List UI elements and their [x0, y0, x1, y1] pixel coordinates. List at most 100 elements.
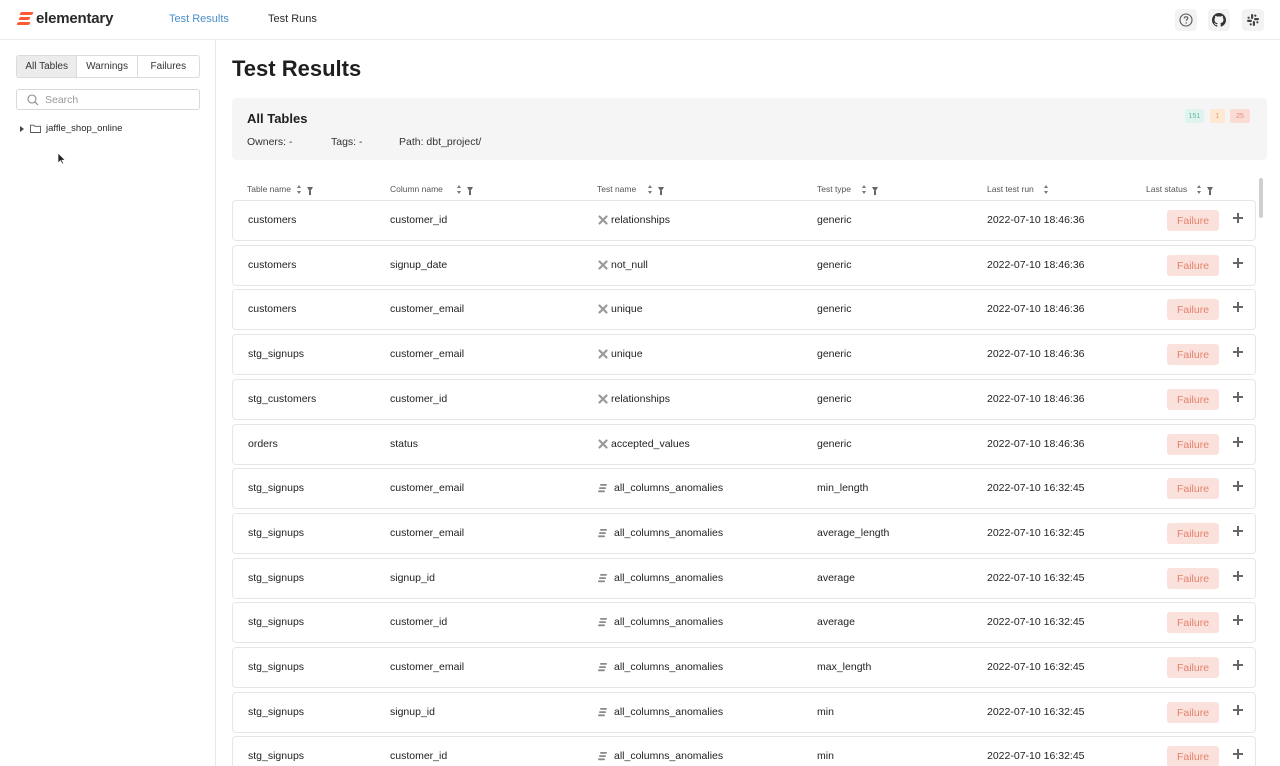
filter-icon[interactable] [872, 186, 879, 195]
test-type-cell: average_length [817, 527, 890, 539]
table-row[interactable]: stg_signups customer_email unique generic 20… [232, 334, 1256, 375]
table-row[interactable]: stg_signups customer_email all_columns_ano… [232, 468, 1256, 509]
test-type-cell: average [817, 616, 855, 628]
sort-icon[interactable] [1197, 184, 1202, 194]
failure-count-badge: 25 [1230, 109, 1250, 123]
sort-icon[interactable] [862, 184, 867, 194]
expand-row-plus-icon[interactable] [1233, 437, 1243, 447]
expand-row-plus-icon[interactable] [1233, 615, 1243, 625]
expand-row-plus-icon[interactable] [1233, 571, 1243, 581]
elementary-test-icon [598, 618, 607, 627]
search-box [16, 89, 200, 110]
tab-all-tables[interactable]: All Tables [17, 56, 78, 77]
expand-row-plus-icon[interactable] [1233, 347, 1243, 357]
filter-icon[interactable] [658, 186, 665, 195]
expand-row-plus-icon[interactable] [1233, 213, 1243, 223]
help-icon[interactable] [1175, 9, 1197, 31]
column-header-test-type[interactable]: Test type [817, 184, 879, 195]
table-filter-tabs: All Tables Warnings Failures [16, 55, 200, 78]
table-row[interactable]: stg_signups customer_email all_columns_ano… [232, 513, 1256, 554]
test-name-cell: unique [611, 303, 643, 315]
filter-icon[interactable] [306, 186, 313, 195]
tree-item-label: jaffle_shop_online [46, 123, 123, 134]
scrollbar-thumb[interactable] [1259, 178, 1263, 218]
status-badge: Failure [1167, 389, 1219, 410]
table-row[interactable]: stg_signups customer_email all_columns_ano… [232, 647, 1256, 688]
dbt-test-icon [598, 439, 608, 449]
tags-label: Tags: - [331, 136, 363, 148]
column-name-cell: signup_date [390, 259, 448, 271]
table-row[interactable]: stg_customers customer_id relationships gen… [232, 379, 1256, 420]
column-header-last-status[interactable]: Last status [1146, 184, 1214, 195]
search-input[interactable] [45, 93, 185, 106]
status-badge: Failure [1167, 702, 1219, 723]
column-name-cell: customer_email [390, 482, 465, 494]
column-name-cell: customer_email [390, 527, 465, 539]
test-name-cell: all_columns_anomalies [614, 482, 724, 494]
expand-row-plus-icon[interactable] [1233, 526, 1243, 536]
sort-icon[interactable] [296, 184, 302, 194]
sort-icon[interactable] [648, 184, 653, 194]
table-name-cell: stg_signups [248, 661, 305, 673]
elementary-test-icon [598, 484, 607, 493]
summary-title: All Tables [247, 111, 308, 126]
column-header-column-name[interactable]: Column name [390, 184, 473, 195]
test-name-cell: all_columns_anomalies [614, 616, 724, 628]
tab-warnings[interactable]: Warnings [77, 56, 138, 77]
table-name-cell: stg_signups [248, 706, 305, 718]
expand-row-plus-icon[interactable] [1233, 749, 1243, 759]
expand-row-plus-icon[interactable] [1233, 660, 1243, 670]
sidebar: All Tables Warnings Failures jaffle_shop… [0, 40, 216, 766]
sort-icon[interactable] [456, 184, 462, 194]
table-name-cell: stg_signups [248, 527, 305, 539]
expand-caret-icon[interactable] [20, 125, 24, 132]
expand-row-plus-icon[interactable] [1233, 302, 1243, 312]
sort-icon[interactable] [1043, 184, 1049, 194]
status-badge: Failure [1167, 478, 1219, 499]
last-run-cell: 2022-07-10 18:46:36 [987, 438, 1085, 450]
column-header-table-name[interactable]: Table name [247, 184, 313, 195]
table-row[interactable]: stg_signups signup_id all_columns_anomalie… [232, 692, 1256, 733]
nav-test-results[interactable]: Test Results [169, 13, 229, 25]
table-row[interactable]: stg_signups signup_id all_columns_anomalie… [232, 558, 1256, 599]
last-run-cell: 2022-07-10 18:46:36 [987, 303, 1085, 315]
tab-failures[interactable]: Failures [138, 56, 199, 77]
table-row[interactable]: stg_signups customer_id all_columns_anomal… [232, 602, 1256, 643]
table-name-cell: customers [248, 214, 297, 226]
column-header-test-name[interactable]: Test name [597, 184, 665, 195]
status-badge: Failure [1167, 523, 1219, 544]
column-name-cell: customer_email [390, 303, 465, 315]
top-bar: elementary Test Results Test Runs [0, 0, 1280, 40]
table-row[interactable]: customers customer_email unique generic 2022… [232, 289, 1256, 330]
dbt-test-icon [598, 260, 608, 270]
page-title: Test Results [232, 56, 362, 81]
test-type-cell: generic [817, 259, 852, 271]
expand-row-plus-icon[interactable] [1233, 705, 1243, 715]
status-badge: Failure [1167, 657, 1219, 678]
table-row[interactable]: customers customer_id relationships generic… [232, 200, 1256, 241]
dbt-test-icon [598, 304, 608, 314]
last-run-cell: 2022-07-10 18:46:36 [987, 393, 1085, 405]
column-header-last-test-run[interactable]: Last test run [987, 184, 1049, 194]
filter-icon[interactable] [1207, 186, 1214, 195]
test-type-cell: generic [817, 348, 852, 360]
expand-row-plus-icon[interactable] [1233, 392, 1243, 402]
table-name-cell: stg_signups [248, 572, 305, 584]
expand-row-plus-icon[interactable] [1233, 258, 1243, 268]
test-name-cell: relationships [611, 214, 670, 226]
logo[interactable]: elementary [16, 10, 113, 27]
table-name-cell: stg_signups [248, 482, 305, 494]
table-name-cell: stg_signups [248, 348, 305, 360]
table-row[interactable]: orders status accepted_values generic 2022-0… [232, 424, 1256, 465]
table-row[interactable]: customers signup_date not_null generic 2022-… [232, 245, 1256, 286]
filter-icon[interactable] [466, 186, 473, 195]
folder-icon [30, 124, 41, 133]
tree-item-jaffle-shop-online[interactable]: jaffle_shop_online [20, 123, 122, 134]
status-badge: Failure [1167, 612, 1219, 633]
dbt-test-icon [598, 215, 608, 225]
expand-row-plus-icon[interactable] [1233, 481, 1243, 491]
github-icon[interactable] [1208, 9, 1230, 31]
table-row[interactable]: stg_signups customer_id all_columns_anomal… [232, 736, 1256, 766]
nav-test-runs[interactable]: Test Runs [268, 13, 317, 25]
slack-icon[interactable] [1242, 9, 1264, 31]
